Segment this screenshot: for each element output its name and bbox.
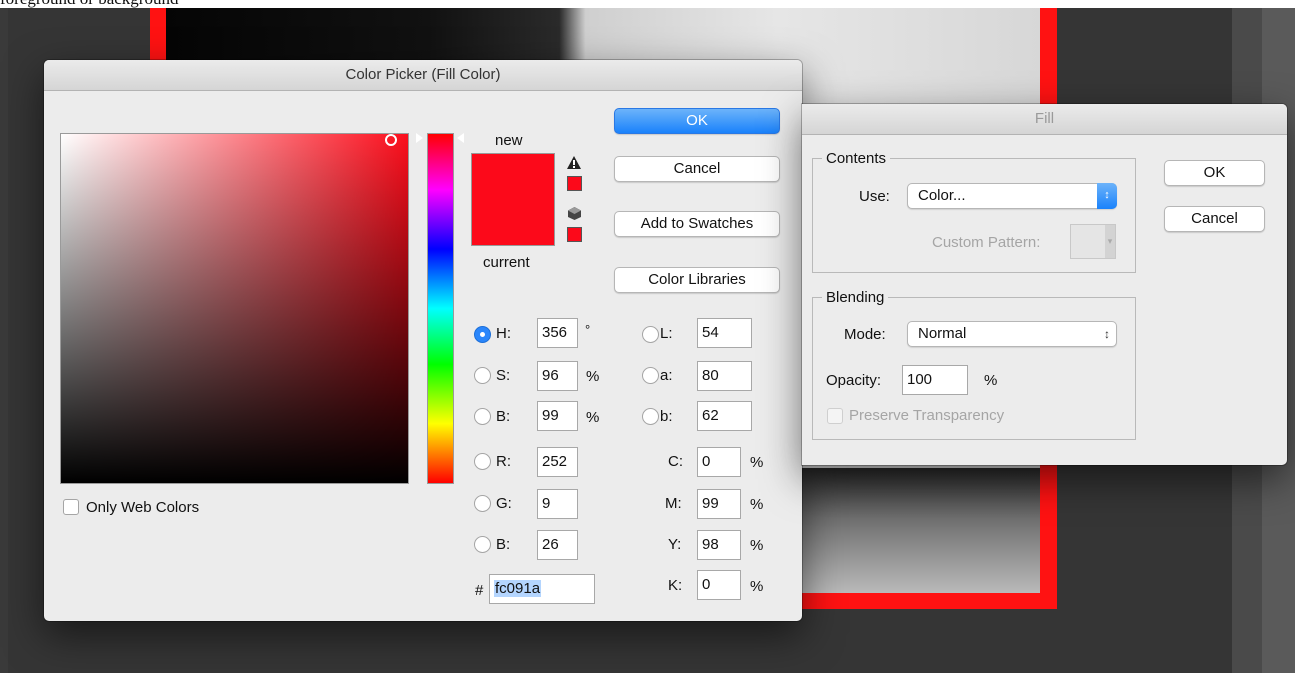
- web-safe-color-swatch[interactable]: [567, 227, 582, 242]
- saturation-field[interactable]: 96: [537, 361, 578, 391]
- mode-dropdown-value: Normal: [918, 325, 967, 342]
- hue-unit: °: [585, 322, 591, 337]
- color-picker-dialog: Color Picker (Fill Color) new current OK…: [44, 60, 802, 621]
- lab-l-label: L:: [660, 325, 673, 342]
- lab-l-field[interactable]: 54: [697, 318, 752, 348]
- brightness-unit: %: [586, 409, 600, 426]
- lab-a-label: a:: [660, 367, 673, 384]
- fill-dialog: Fill Contents Use: Color... ↕ Custom Pat…: [802, 104, 1287, 465]
- red-field[interactable]: 252: [537, 447, 578, 477]
- contents-legend: Contents: [822, 150, 891, 167]
- hue-field[interactable]: 356: [537, 318, 578, 348]
- opacity-field[interactable]: 100: [902, 365, 968, 395]
- opacity-unit: %: [984, 372, 998, 389]
- lab-b-label: b:: [660, 408, 673, 425]
- cyan-unit: %: [750, 454, 764, 471]
- new-color-swatch: [472, 154, 554, 200]
- blue-label: B:: [496, 536, 511, 553]
- custom-pattern-label: Custom Pattern:: [932, 234, 1041, 251]
- black-unit: %: [750, 578, 764, 595]
- caption-text: foreground or background: [0, 0, 178, 8]
- cyan-field[interactable]: 0: [697, 447, 741, 477]
- warning-triangle-icon[interactable]: [566, 155, 582, 170]
- yellow-label: Y:: [668, 536, 682, 553]
- lab-a-field[interactable]: 80: [697, 361, 752, 391]
- opacity-label: Opacity:: [826, 372, 882, 389]
- hue-slider[interactable]: [427, 133, 454, 484]
- chevron-updown-icon: ↕: [1097, 183, 1117, 209]
- color-picker-title: Color Picker (Fill Color): [44, 60, 802, 91]
- color-selection-marker[interactable]: [385, 134, 397, 146]
- lab-b-field[interactable]: 62: [697, 401, 752, 431]
- yellow-field[interactable]: 98: [697, 530, 741, 560]
- only-web-colors-label: Only Web Colors: [86, 499, 200, 516]
- black-field[interactable]: 0: [697, 570, 741, 600]
- green-field[interactable]: 9: [537, 489, 578, 519]
- cancel-button[interactable]: Cancel: [614, 156, 780, 182]
- hue-label: H:: [496, 325, 511, 342]
- caption-strip: foreground or background: [0, 0, 1295, 8]
- fill-dialog-title: Fill: [802, 104, 1287, 135]
- add-to-swatches-button[interactable]: Add to Swatches: [614, 211, 780, 237]
- pattern-dropdown-arrow-icon: ▾: [1105, 225, 1115, 258]
- lab-a-radio[interactable]: [642, 367, 659, 384]
- blue-radio[interactable]: [474, 536, 491, 553]
- magenta-label: M:: [665, 495, 682, 512]
- yellow-unit: %: [750, 537, 764, 554]
- brightness-radio[interactable]: [474, 408, 491, 425]
- mode-label: Mode:: [844, 326, 886, 343]
- hex-value: fc091a: [494, 580, 542, 597]
- color-libraries-button[interactable]: Color Libraries: [614, 267, 780, 293]
- saturation-unit: %: [586, 368, 600, 385]
- hex-label: #: [475, 582, 484, 599]
- magenta-field[interactable]: 99: [697, 489, 741, 519]
- blue-field[interactable]: 26: [537, 530, 578, 560]
- brightness-field[interactable]: 99: [537, 401, 578, 431]
- preserve-transparency-checkbox[interactable]: [827, 408, 843, 424]
- magenta-unit: %: [750, 496, 764, 513]
- use-dropdown-value: Color...: [918, 187, 966, 204]
- green-label: G:: [496, 495, 512, 512]
- hue-slider-right-arrow[interactable]: [457, 133, 464, 143]
- fill-ok-button[interactable]: OK: [1164, 160, 1265, 186]
- cube-icon[interactable]: [567, 206, 582, 221]
- ok-button[interactable]: OK: [614, 108, 780, 134]
- red-label: R:: [496, 453, 511, 470]
- current-color-label: current: [483, 254, 530, 271]
- custom-pattern-picker: ▾: [1070, 224, 1116, 259]
- saturation-label: S:: [496, 367, 511, 384]
- use-dropdown[interactable]: Color... ↕: [907, 183, 1117, 209]
- color-preview: [471, 153, 555, 246]
- hue-slider-left-arrow[interactable]: [416, 133, 423, 143]
- brightness-label: B:: [496, 408, 511, 425]
- saturation-radio[interactable]: [474, 367, 491, 384]
- red-radio[interactable]: [474, 453, 491, 470]
- lab-b-radio[interactable]: [642, 408, 659, 425]
- use-label: Use:: [859, 188, 890, 205]
- saturation-brightness-field[interactable]: [60, 133, 409, 484]
- hue-radio[interactable]: [474, 326, 491, 343]
- chevron-updown-icon: ↕: [1104, 327, 1110, 341]
- current-color-swatch[interactable]: [472, 200, 554, 245]
- blending-legend: Blending: [822, 289, 889, 306]
- cyan-label: C:: [668, 453, 683, 470]
- only-web-colors-checkbox[interactable]: [63, 499, 79, 515]
- mode-dropdown[interactable]: Normal ↕: [907, 321, 1117, 347]
- hex-field[interactable]: fc091a: [489, 574, 595, 604]
- gamut-color-swatch[interactable]: [567, 176, 582, 191]
- fill-cancel-button[interactable]: Cancel: [1164, 206, 1265, 232]
- green-radio[interactable]: [474, 495, 491, 512]
- black-label: K:: [668, 577, 683, 594]
- preserve-transparency-label: Preserve Transparency: [849, 407, 1005, 424]
- lab-l-radio[interactable]: [642, 326, 659, 343]
- new-color-label: new: [495, 132, 523, 149]
